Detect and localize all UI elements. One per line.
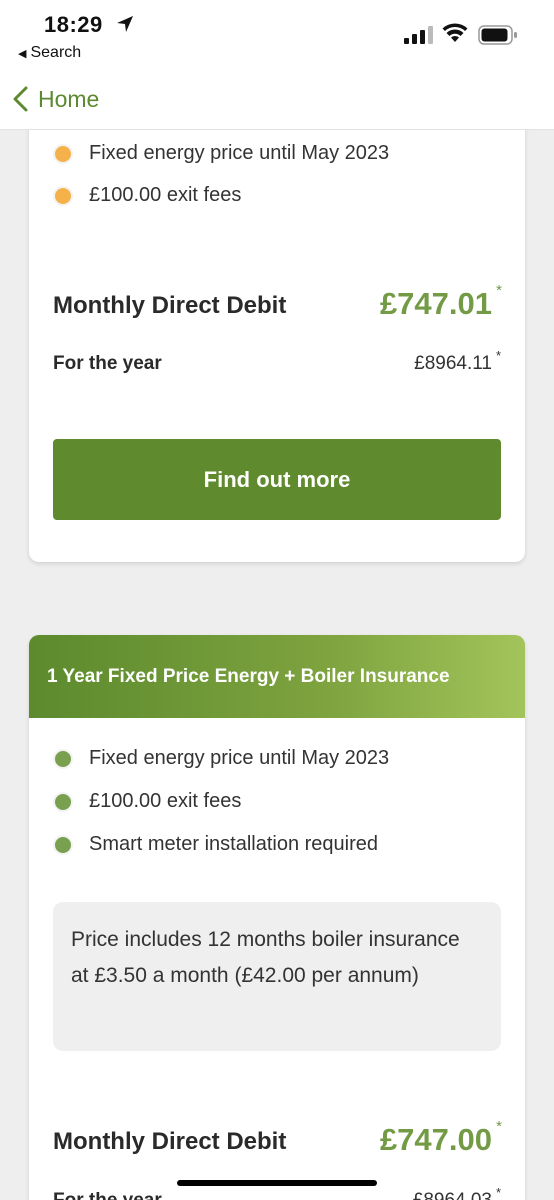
orange-dot-icon [53, 185, 73, 206]
cellular-signal-icon [404, 26, 433, 44]
green-dot-icon [53, 834, 73, 855]
asterisk: * [496, 1118, 502, 1135]
top-bar: 18:29 ◀ Search Home [0, 0, 554, 130]
orange-dot-icon [53, 143, 73, 164]
home-back-label: Home [38, 85, 100, 112]
feature-label: Fixed energy price until May 2023 [89, 747, 390, 769]
tariff-title: 1 Year Fixed Price Energy + Boiler Insur… [29, 635, 525, 718]
home-back-button[interactable]: Home [10, 82, 99, 116]
back-to-search-link[interactable]: ◀ Search [18, 44, 81, 62]
feature-item: £100.00 exit fees [53, 790, 241, 813]
battery-icon [478, 25, 517, 45]
for-the-year-label: For the year [53, 1190, 162, 1200]
monthly-price: £747.01 [379, 286, 492, 321]
tariff-card-1: Fixed energy price until May 2023 £100.0… [29, 100, 525, 562]
feature-item: Smart meter installation required [53, 833, 378, 856]
feature-label: £100.00 exit fees [89, 790, 242, 812]
for-the-year-label: For the year [53, 353, 162, 374]
green-dot-icon [53, 748, 73, 769]
location-arrow-icon [117, 16, 133, 32]
find-out-more-button[interactable]: Find out more [53, 439, 501, 520]
feature-label: Smart meter installation required [89, 833, 379, 855]
monthly-direct-debit-label: Monthly Direct Debit [53, 292, 287, 319]
tariff-card-2: 1 Year Fixed Price Energy + Boiler Insur… [29, 635, 525, 1200]
back-to-search-label: Search [30, 44, 82, 61]
status-time: 18:29 [44, 12, 103, 37]
feature-label: £100.00 exit fees [89, 184, 242, 206]
yearly-price: £8964.11 [414, 353, 492, 374]
asterisk: * [495, 1185, 501, 1200]
chevron-left-icon [13, 86, 28, 112]
back-triangle-icon: ◀ [18, 48, 27, 60]
asterisk: * [495, 348, 501, 363]
monthly-price: £747.00 [379, 1122, 492, 1157]
feature-label: Fixed energy price until May 2023 [89, 142, 390, 164]
green-dot-icon [53, 791, 73, 812]
boiler-insurance-info: Price includes 12 months boiler insuranc… [53, 902, 501, 1051]
feature-item: Fixed energy price until May 2023 [53, 142, 389, 165]
monthly-direct-debit-label: Monthly Direct Debit [53, 1128, 287, 1155]
asterisk: * [496, 282, 502, 299]
tariff-title-text: 1 Year Fixed Price Energy + Boiler Insur… [47, 665, 450, 687]
feature-item: Fixed energy price until May 2023 [53, 747, 389, 770]
yearly-price: £8964.03 [413, 1190, 492, 1200]
wifi-icon [442, 23, 468, 42]
home-indicator[interactable] [177, 1180, 377, 1186]
feature-item: £100.00 exit fees [53, 184, 241, 207]
